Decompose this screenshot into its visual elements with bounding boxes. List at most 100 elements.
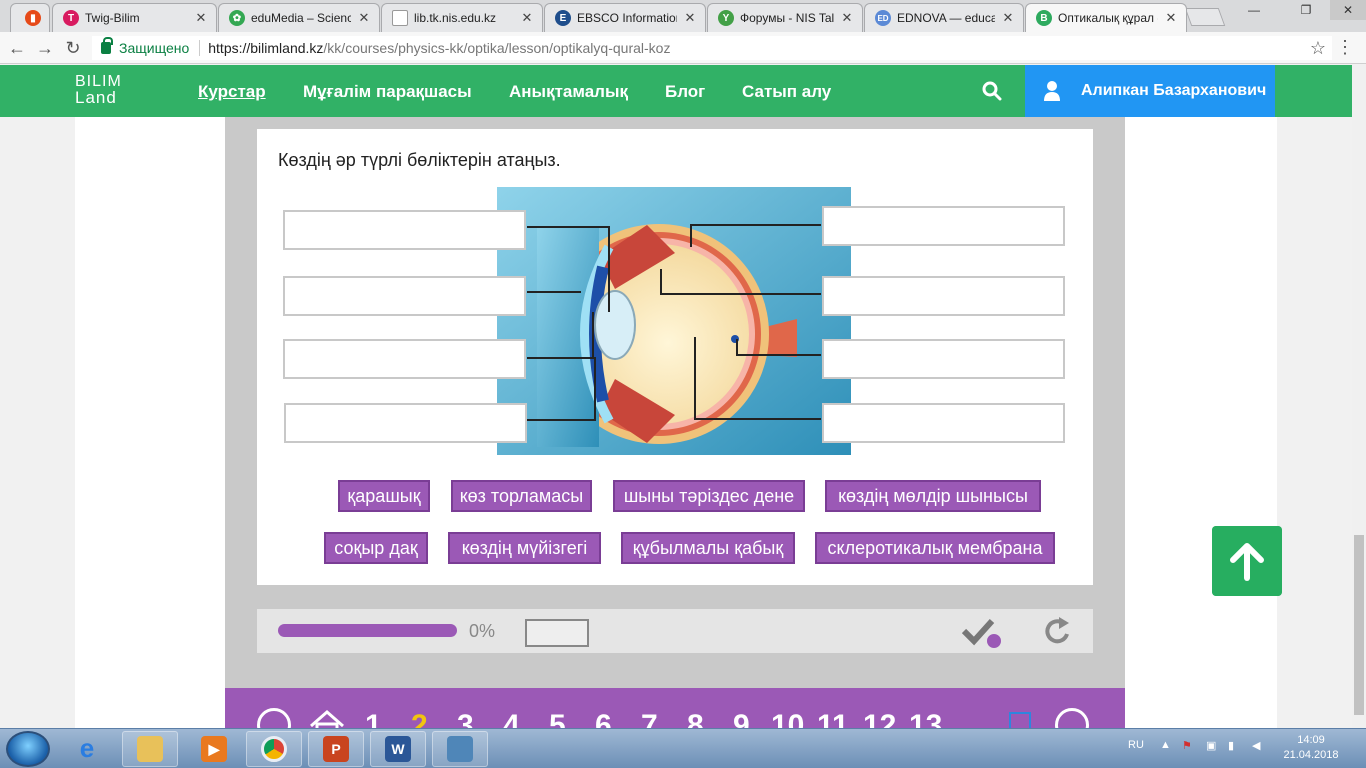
answer-chip-lens[interactable]: көздің мөлдір шынысы: [825, 480, 1041, 512]
search-icon[interactable]: [982, 81, 1002, 101]
nav-buy[interactable]: Сатып алу: [742, 82, 831, 102]
page-link[interactable]: 11: [817, 706, 849, 728]
tab-ednova[interactable]: ED EDNOVA — educat ✕: [864, 3, 1024, 32]
drop-target-left-1[interactable]: [283, 210, 526, 250]
back-arrow-icon[interactable]: ←: [6, 37, 28, 59]
url-field[interactable]: Защищено https://bilimland.kz/kk/courses…: [92, 36, 1332, 60]
tab-nis-forum[interactable]: Y Форумы - NIS Tald ✕: [707, 3, 863, 32]
page-link[interactable]: 5: [549, 706, 566, 728]
user-menu[interactable]: Алипкан Базарханович: [1025, 65, 1275, 117]
nav-teacher-page[interactable]: Мұғалім парақшасы: [303, 82, 472, 102]
media-player-icon: ▶: [201, 736, 227, 762]
page-scrollbar[interactable]: [1352, 65, 1366, 728]
home-icon[interactable]: [307, 708, 347, 728]
restore-icon[interactable]: ❐: [1292, 0, 1320, 20]
office-icon: ▮: [25, 10, 41, 26]
answer-chip-cornea[interactable]: көздің мүйізгегі: [448, 532, 601, 564]
nav-reference[interactable]: Анықтамалық: [509, 82, 628, 102]
tab-lib-nis[interactable]: lib.tk.nis.edu.kz ✕: [381, 3, 543, 32]
page-link-current[interactable]: 2: [411, 706, 428, 728]
page-link[interactable]: 4: [503, 706, 520, 728]
close-icon[interactable]: ✕: [1164, 10, 1178, 26]
tab-title: eduMedia – Science: [251, 11, 351, 25]
bookmark-star-icon[interactable]: ☆: [1310, 38, 1326, 59]
taskbar-word[interactable]: W: [370, 731, 426, 767]
window-close-icon[interactable]: ✕: [1330, 0, 1366, 20]
page-link[interactable]: 9: [733, 706, 750, 728]
taskbar-explorer[interactable]: [122, 731, 178, 767]
taskbar-media-player[interactable]: ▶: [186, 731, 242, 767]
answer-chip-choroid[interactable]: құбылмалы қабық: [621, 532, 795, 564]
tab-ebsco[interactable]: E EBSCO Information ✕: [544, 3, 706, 32]
reload-icon[interactable]: ↻: [62, 37, 84, 59]
clock-date: 21.04.2018: [1283, 749, 1339, 761]
tab-twig-bilim[interactable]: T Twig-Bilim ✕: [52, 3, 217, 32]
taskbar-chrome[interactable]: [246, 731, 302, 767]
close-icon[interactable]: ✕: [194, 10, 208, 26]
internet-explorer-icon[interactable]: e: [74, 733, 100, 763]
check-answer-icon[interactable]: [962, 615, 1002, 649]
drop-target-right-3[interactable]: [822, 339, 1065, 379]
action-center-icon[interactable]: ⚑: [1182, 739, 1192, 752]
close-icon[interactable]: ✕: [840, 10, 854, 26]
tab-edumedia[interactable]: ✿ eduMedia – Science ✕: [218, 3, 380, 32]
answer-chip-sclera[interactable]: склеротикалық мембрана: [815, 532, 1055, 564]
close-icon[interactable]: ✕: [683, 10, 697, 26]
drop-target-left-4[interactable]: [284, 403, 527, 443]
reset-icon[interactable]: [1041, 614, 1075, 648]
forward-arrow-icon[interactable]: →: [34, 37, 56, 59]
answer-chip-vitreous-body[interactable]: шыны тәріздес дене: [613, 480, 805, 512]
next-arrow-icon[interactable]: [1055, 708, 1089, 728]
drop-target-left-2[interactable]: [283, 276, 526, 316]
drop-target-right-4[interactable]: [822, 403, 1065, 443]
minimize-icon[interactable]: —: [1240, 0, 1268, 20]
nav-courses[interactable]: Курстар: [198, 82, 266, 102]
progress-percent: 0%: [469, 621, 496, 641]
ebsco-icon: E: [555, 10, 571, 26]
exercise-question: Көздің әр түрлі бөліктерін атаңыз.: [278, 150, 561, 170]
office-app-tab[interactable]: ▮: [10, 3, 50, 32]
answer-chip-blind-spot[interactable]: соқыр дақ: [324, 532, 428, 564]
page-link[interactable]: 10: [771, 706, 804, 728]
page-link[interactable]: 13: [909, 706, 942, 728]
previous-arrow-icon[interactable]: [257, 708, 291, 728]
progress-bar: [278, 624, 457, 637]
new-tab-button[interactable]: [1184, 8, 1226, 26]
language-indicator[interactable]: RU: [1128, 739, 1144, 751]
lesson-pager: 1 2 3 4 5 6 7 8 9 10 11 12 13: [225, 688, 1125, 728]
close-icon[interactable]: ✕: [1001, 10, 1015, 26]
close-icon[interactable]: ✕: [520, 10, 534, 26]
page-link[interactable]: 1: [365, 706, 382, 728]
system-clock[interactable]: 14:09 21.04.2018: [1282, 733, 1340, 763]
drop-target-right-2[interactable]: [822, 276, 1065, 316]
network-icon[interactable]: ▮: [1228, 739, 1234, 752]
start-button[interactable]: [6, 731, 50, 767]
close-icon[interactable]: ✕: [357, 10, 371, 26]
taskbar-powerpoint[interactable]: P: [308, 731, 364, 767]
powerpoint-icon: P: [323, 736, 349, 762]
logo-line-2: Land: [75, 88, 117, 107]
nav-blog[interactable]: Блог: [665, 82, 705, 102]
volume-icon[interactable]: ◀: [1252, 739, 1260, 752]
drop-target-left-3[interactable]: [283, 339, 526, 379]
tray-expand-icon[interactable]: ▲: [1160, 739, 1171, 751]
page-link[interactable]: 12: [863, 706, 896, 728]
scroll-top-button[interactable]: [1212, 526, 1282, 596]
list-icon[interactable]: [1009, 712, 1031, 728]
url-text: https://bilimland.kz/kk/courses/physics-…: [208, 40, 670, 56]
page-link[interactable]: 6: [595, 706, 612, 728]
page-link[interactable]: 7: [641, 706, 658, 728]
answer-chip-pupil[interactable]: қарашық: [338, 480, 430, 512]
bilimland-logo[interactable]: BILIM Land: [75, 74, 122, 107]
answer-chip-retina[interactable]: көз торламасы: [451, 480, 592, 512]
page-link[interactable]: 8: [687, 706, 704, 728]
scrollbar-thumb[interactable]: [1354, 535, 1364, 715]
page-link[interactable]: 3: [457, 706, 474, 728]
taskbar-photo-viewer[interactable]: [432, 731, 488, 767]
drop-target-right-1[interactable]: [822, 206, 1065, 246]
secure-label: Защищено: [119, 40, 190, 56]
tab-optikalyq-qural[interactable]: B Оптикалық құрал - ✕: [1025, 3, 1187, 32]
menu-dots-icon[interactable]: ⋮: [1336, 37, 1354, 58]
device-icon[interactable]: ▣: [1206, 739, 1216, 752]
url-host: https://bilimland.kz: [208, 40, 324, 56]
